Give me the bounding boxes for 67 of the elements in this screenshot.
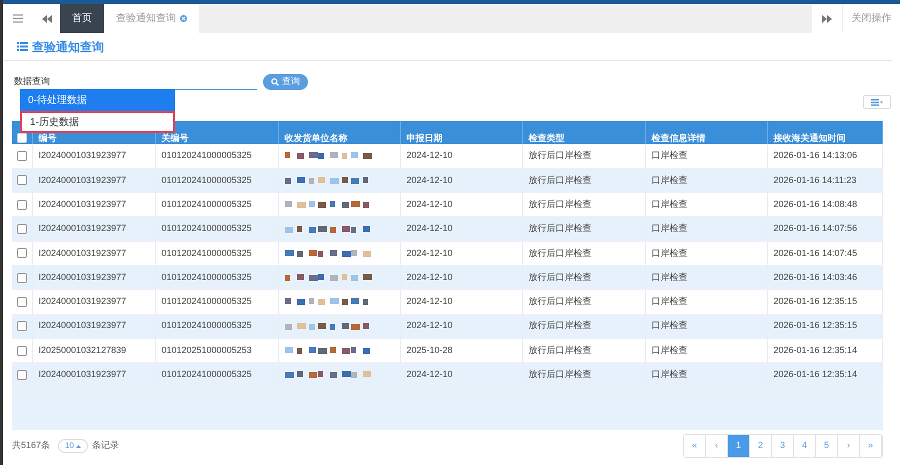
- table-cell: 口岸检查: [645, 216, 767, 242]
- table-cell: 2026-01-16 14:13:06: [767, 144, 882, 168]
- table-cell: 010120241000005325: [155, 144, 278, 168]
- checkbox[interactable]: [17, 175, 27, 186]
- table-cell: 口岸检查: [645, 241, 767, 266]
- table-cell: I20240001031923977: [32, 314, 155, 338]
- checkbox[interactable]: [17, 321, 27, 332]
- checkbox[interactable]: [17, 200, 27, 210]
- close-actions-button[interactable]: 关闭操作: [842, 4, 900, 33]
- tab[interactable]: 查验通知查询: [104, 4, 199, 33]
- table-cell: 010120241000005325: [155, 290, 278, 314]
- table-cell: I20240001031923977: [32, 216, 155, 242]
- table-cell: 010120241000005325: [155, 241, 278, 266]
- table-cell: I20240001031923977: [32, 290, 155, 314]
- search-icon: [271, 78, 279, 86]
- table-cell: 放行后口岸检查: [522, 362, 645, 387]
- checkbox[interactable]: [17, 370, 27, 380]
- tab[interactable]: 首页: [60, 4, 104, 33]
- caret-icon: [76, 444, 81, 448]
- table-cell: 2024-12-10: [400, 314, 522, 338]
- table-cell: I20240001031923977: [32, 362, 155, 387]
- page-button[interactable]: «: [684, 435, 706, 457]
- list-icon: [871, 98, 883, 106]
- table-cell: 口岸检查: [645, 362, 767, 387]
- columns-button[interactable]: [863, 95, 891, 109]
- table-cell: 2024-12-10: [400, 362, 522, 387]
- checkbox[interactable]: [17, 248, 27, 258]
- search-button[interactable]: 查询: [263, 74, 308, 90]
- record-count: 共5167条: [12, 439, 50, 452]
- table-cell: 010120241000005325: [155, 314, 278, 338]
- checkbox[interactable]: [17, 296, 27, 307]
- table-cell: 2026-01-16 12:35:14: [767, 362, 882, 387]
- table-cell: 放行后口岸检查: [522, 290, 645, 314]
- table-cell: I20240001031923977: [32, 241, 155, 266]
- table-cell: 2024-12-10: [400, 290, 522, 314]
- table-cell: 口岸检查: [645, 290, 767, 314]
- checkbox[interactable]: [17, 224, 27, 234]
- table-cell: 2026-01-16 14:07:56: [767, 216, 882, 242]
- table-cell: 口岸检查: [645, 314, 767, 338]
- list-icon: [17, 42, 28, 51]
- records-label: 条记录: [92, 439, 119, 452]
- table-cell: 2024-12-10: [400, 216, 522, 242]
- table-cell: 2026-01-16 14:07:45: [767, 241, 882, 266]
- checkbox[interactable]: [17, 272, 27, 283]
- table-cell: 口岸检查: [645, 144, 767, 168]
- checkbox[interactable]: [17, 150, 27, 161]
- page-button[interactable]: 1: [728, 435, 750, 457]
- table-cell: 放行后口岸检查: [522, 216, 645, 242]
- dropdown-option[interactable]: 1-历史数据: [20, 111, 175, 133]
- table-cell: 放行后口岸检查: [522, 241, 645, 266]
- table-cell: 2024-12-10: [400, 144, 522, 168]
- page-title: 查验通知查询: [32, 38, 104, 56]
- table-cell: 放行后口岸检查: [522, 144, 645, 168]
- page-size-dropdown[interactable]: 10: [58, 439, 88, 453]
- checkbox[interactable]: [17, 133, 27, 143]
- table-cell: 2026-01-16 12:35:15: [767, 290, 882, 314]
- table-cell: 2026-01-16 12:35:15: [767, 314, 882, 338]
- fast-forward-icon[interactable]: [812, 4, 842, 33]
- table-cell: 010120241000005325: [155, 362, 278, 387]
- field-label: 数据查询: [14, 75, 50, 88]
- checkbox[interactable]: [17, 346, 27, 356]
- close-icon[interactable]: [180, 15, 187, 22]
- table-cell: 放行后口岸检查: [522, 314, 645, 338]
- table-cell: I20240001031923977: [32, 144, 155, 168]
- dropdown-option[interactable]: 0-待处理数据: [20, 89, 175, 111]
- table-cell: 2024-12-10: [400, 241, 522, 266]
- table-cell: 010120241000005325: [155, 216, 278, 242]
